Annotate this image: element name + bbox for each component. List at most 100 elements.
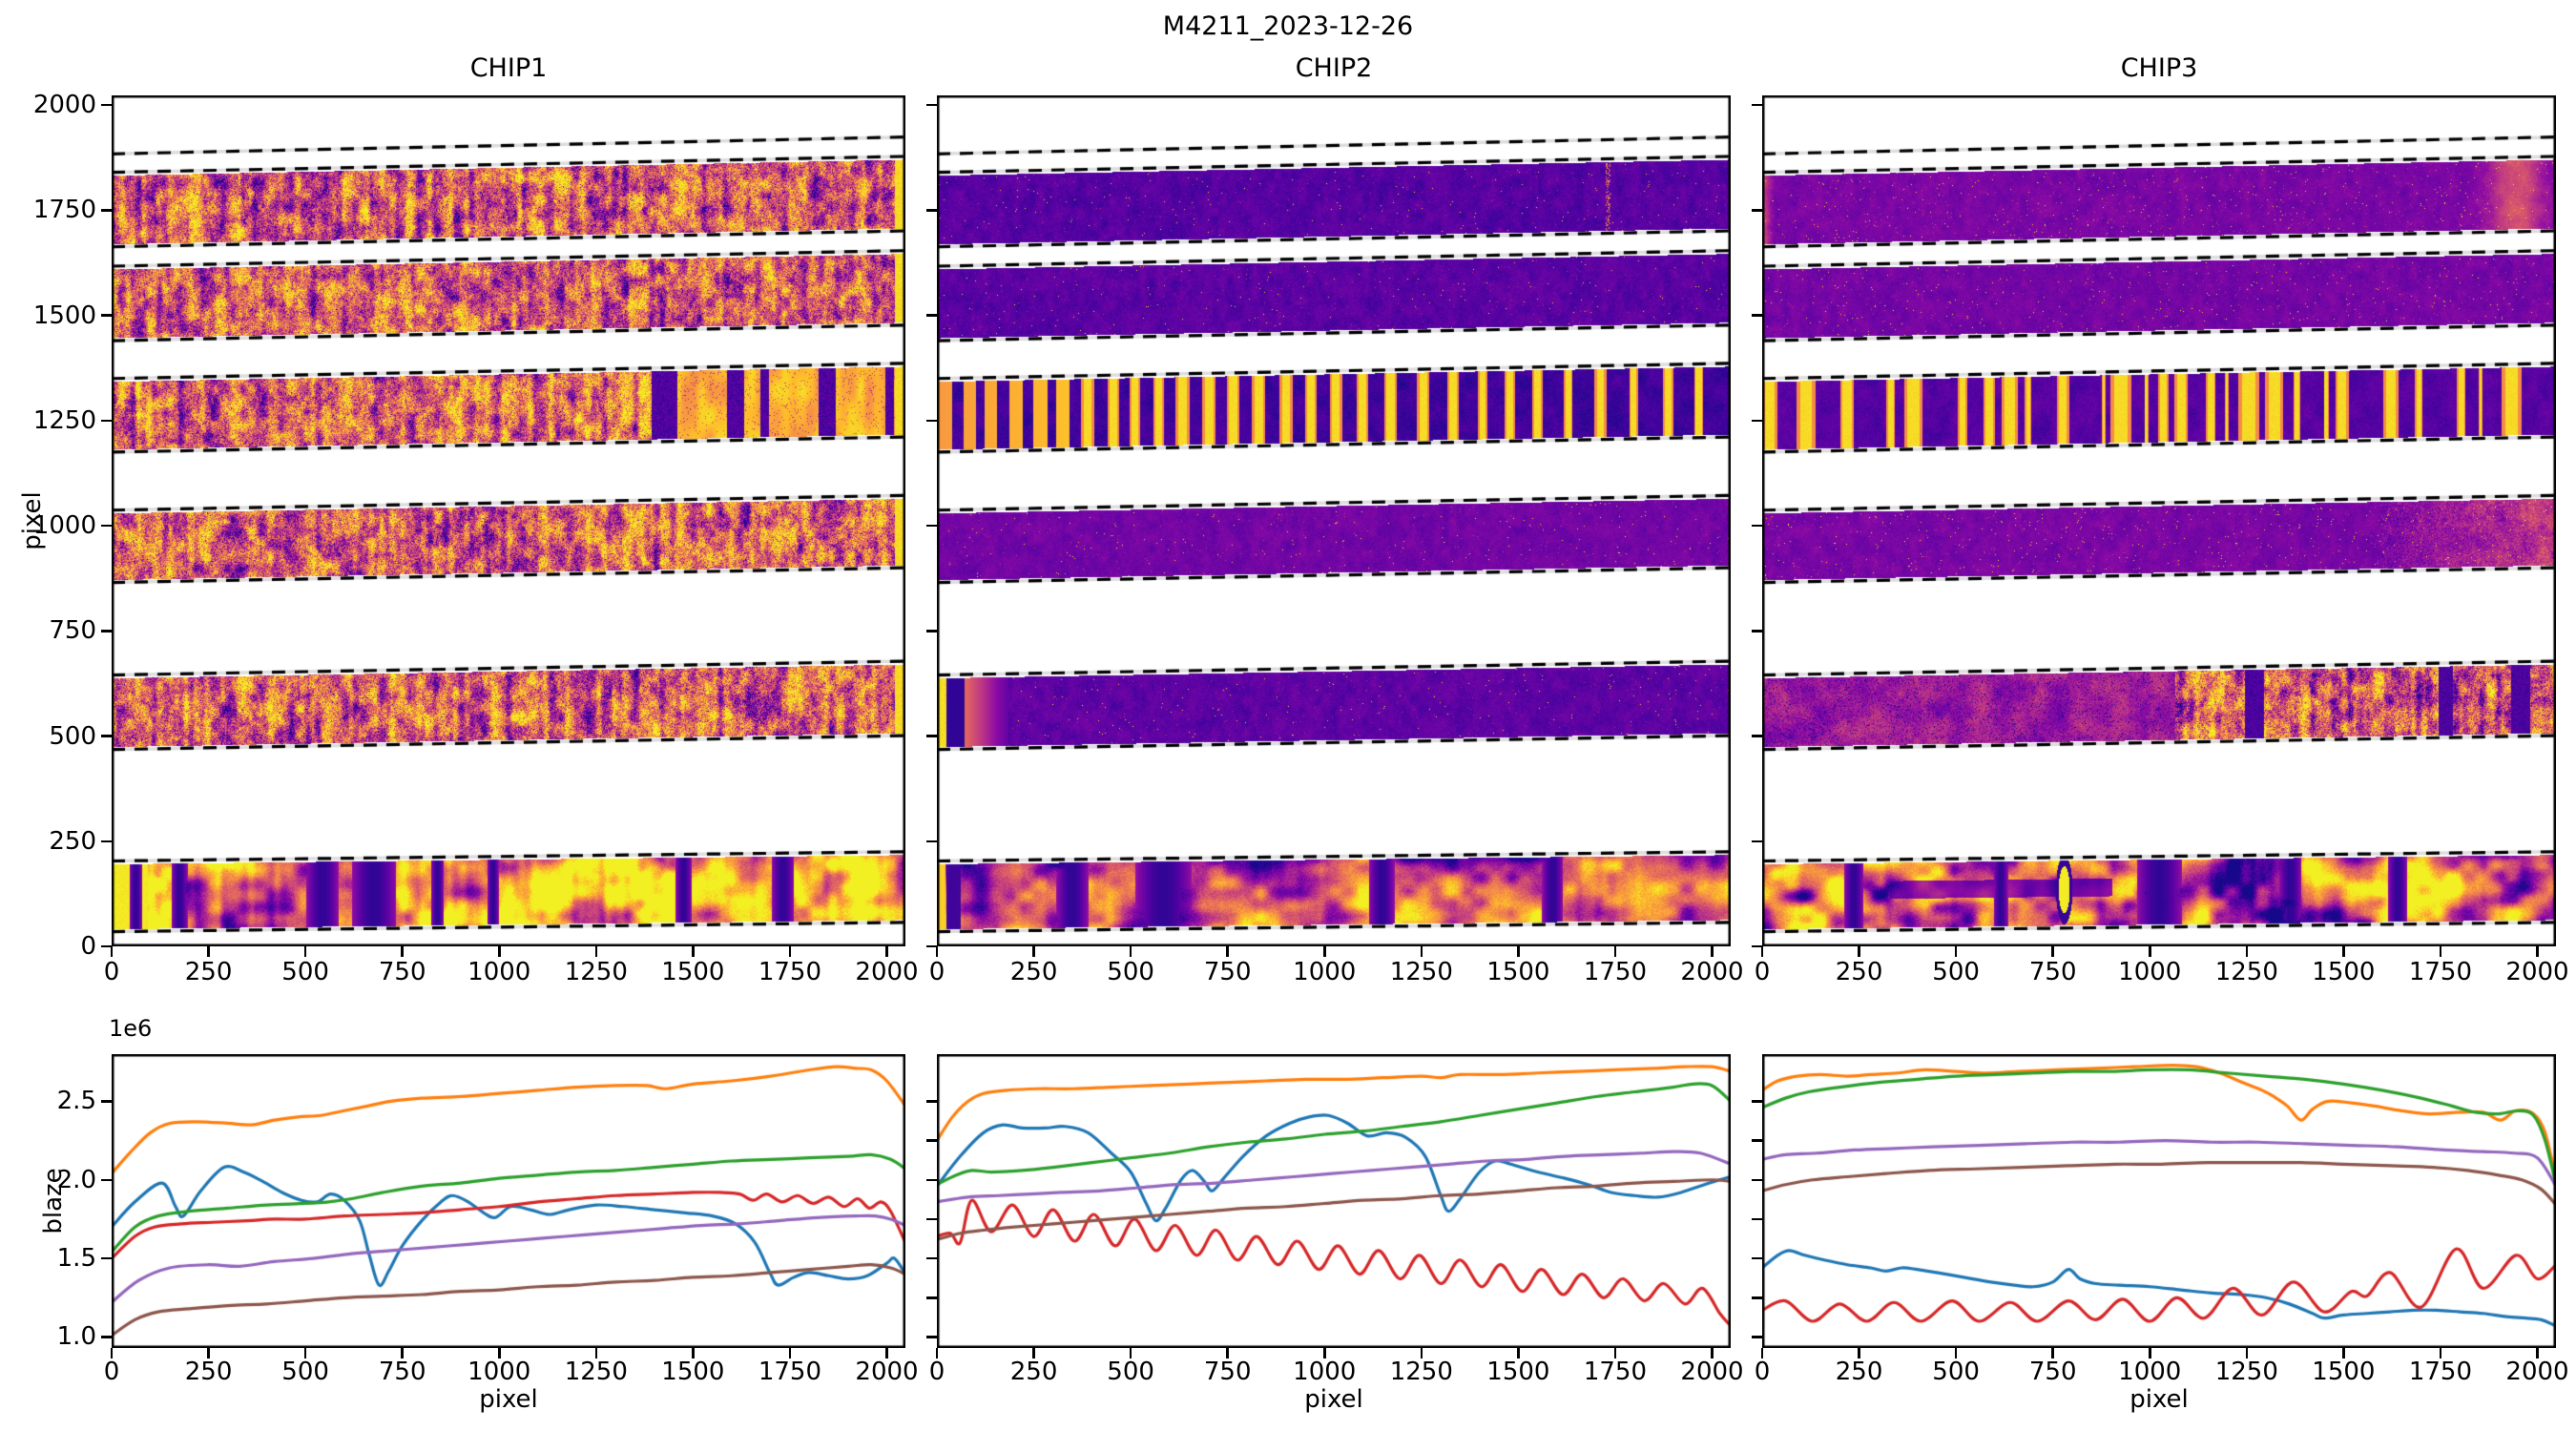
- y-tick-label: 500: [16, 724, 96, 749]
- y-tick: [1752, 630, 1762, 633]
- y-tick: [101, 525, 112, 528]
- chip3-blaze-plot: [1762, 1054, 2556, 1348]
- y-tick: [1752, 1100, 1762, 1103]
- x-tick: [2051, 946, 2054, 957]
- y-tick: [1752, 420, 1762, 423]
- chip3-detector-image: [1762, 95, 2556, 946]
- y-tick: [101, 840, 112, 843]
- y-tick: [926, 630, 937, 633]
- x-tick: [304, 946, 307, 957]
- chip1-detector-panel: [112, 95, 905, 946]
- x-tick: [2440, 946, 2442, 957]
- x-tick: [936, 946, 939, 957]
- y-tick: [101, 1257, 112, 1260]
- x-tick: [885, 946, 888, 957]
- y-tick-label: 1750: [16, 197, 96, 222]
- x-tick: [1858, 946, 1860, 957]
- x-tick: [1761, 946, 1764, 957]
- y-tick-label: 0: [16, 934, 96, 959]
- x-tick: [1130, 946, 1132, 957]
- y-tick-label: 1250: [16, 408, 96, 433]
- x-tick: [498, 946, 501, 957]
- chip2-detector-image: [937, 95, 1731, 946]
- y-tick: [101, 420, 112, 423]
- x-tick: [1711, 946, 1714, 957]
- x-tick: [401, 946, 404, 957]
- chip1-blaze-x-axis-label: pixel: [112, 1385, 905, 1414]
- figure: M4211_2023-12-26 CHIP1 CHIP2 CHIP3 pixel…: [0, 0, 2576, 1431]
- y-tick: [1752, 209, 1762, 212]
- y-tick: [926, 1100, 937, 1103]
- chip1-blaze-plot: [112, 1054, 905, 1348]
- chip1-title: CHIP1: [112, 53, 905, 83]
- y-tick: [926, 1179, 937, 1182]
- chip3-detector-panel: [1762, 95, 2556, 946]
- y-tick: [1752, 314, 1762, 317]
- y-tick: [101, 735, 112, 737]
- y-tick-label: 2.0: [16, 1168, 96, 1192]
- y-tick: [1752, 1139, 1762, 1142]
- y-tick-label: 750: [16, 618, 96, 643]
- x-tick: [2536, 946, 2539, 957]
- y-tick: [926, 945, 937, 948]
- y-tick: [926, 104, 937, 107]
- x-tick: [595, 946, 598, 957]
- x-tick: [789, 946, 792, 957]
- y-tick-label: 2000: [16, 93, 96, 117]
- y-tick-label: 1500: [16, 303, 96, 328]
- y-tick: [101, 1179, 112, 1182]
- x-tick: [207, 946, 210, 957]
- chip1-blaze-panel: [112, 1054, 905, 1348]
- y-tick: [1752, 1179, 1762, 1182]
- chip2-blaze-x-axis-label: pixel: [937, 1385, 1731, 1414]
- y-tick: [926, 1139, 937, 1142]
- y-tick: [101, 104, 112, 107]
- y-tick: [926, 1218, 937, 1221]
- x-tick: [692, 946, 695, 957]
- y-tick-label: 1000: [16, 513, 96, 538]
- figure-title: M4211_2023-12-26: [0, 11, 2576, 41]
- chip2-detector-panel: [937, 95, 1731, 946]
- y-tick: [926, 1257, 937, 1260]
- x-tick: [1421, 946, 1423, 957]
- x-tick: [2149, 946, 2151, 957]
- y-tick-label: 1.0: [16, 1324, 96, 1349]
- x-tick: [1517, 946, 1520, 957]
- chip2-blaze-plot: [937, 1054, 1731, 1348]
- y-tick: [101, 314, 112, 317]
- y-tick-label: 250: [16, 829, 96, 854]
- y-tick: [1752, 104, 1762, 107]
- y-tick-label: 2.5: [16, 1089, 96, 1113]
- y-tick: [926, 735, 937, 737]
- y-tick: [1752, 840, 1762, 843]
- x-tick: [2246, 946, 2249, 957]
- x-tick: [1614, 946, 1617, 957]
- y-tick: [926, 420, 937, 423]
- y-tick: [1752, 525, 1762, 528]
- y-tick: [101, 1336, 112, 1338]
- x-tick: [111, 946, 114, 957]
- y-tick: [926, 314, 937, 317]
- y-tick-label: 1.5: [16, 1246, 96, 1271]
- y-tick: [926, 840, 937, 843]
- y-tick: [101, 1100, 112, 1103]
- y-tick: [101, 630, 112, 633]
- y-tick: [926, 525, 937, 528]
- y-tick: [1752, 1336, 1762, 1338]
- y-tick: [926, 1336, 937, 1338]
- y-tick: [1752, 735, 1762, 737]
- chip3-title: CHIP3: [1762, 53, 2556, 83]
- x-tick: [1955, 946, 1958, 957]
- blaze-offset-text: 1e6: [109, 1015, 152, 1042]
- y-tick: [1752, 1218, 1762, 1221]
- x-tick-label: 2000: [2481, 960, 2576, 985]
- x-tick: [2342, 946, 2345, 957]
- y-tick: [926, 1296, 937, 1299]
- chip1-detector-image: [112, 95, 905, 946]
- chip3-blaze-x-axis-label: pixel: [1762, 1385, 2556, 1414]
- y-tick: [1752, 1296, 1762, 1299]
- x-tick: [1323, 946, 1326, 957]
- chip3-blaze-panel: [1762, 1054, 2556, 1348]
- y-tick: [1752, 1257, 1762, 1260]
- chip2-blaze-panel: [937, 1054, 1731, 1348]
